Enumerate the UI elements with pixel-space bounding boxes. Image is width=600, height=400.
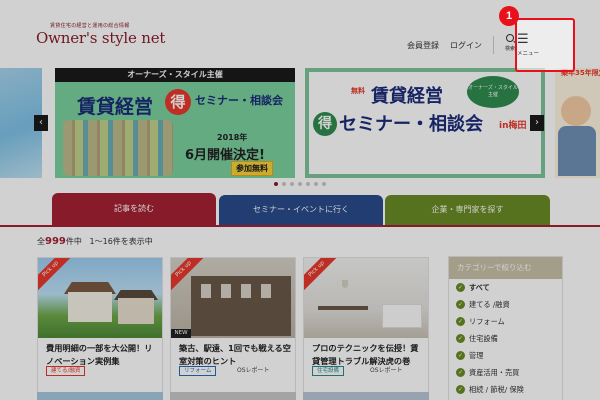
carousel-dot[interactable] (306, 182, 310, 186)
person-body (558, 126, 596, 176)
carousel-dot[interactable] (290, 182, 294, 186)
article-card[interactable]: Pick up NEW 築古、駅遠、1回でも戦える空室対策のヒント リフォーム … (170, 257, 296, 400)
slide-year: 2018年 (217, 133, 248, 142)
step-number-badge: 1 (499, 6, 519, 26)
category-build-finance[interactable]: ✓ 建てる /融資 (449, 296, 562, 313)
check-icon: ✓ (456, 300, 465, 309)
slide-subtitle: セミナー・相談会 (195, 94, 283, 107)
results-count: 全999件中 1〜16件を表示中 (37, 236, 153, 247)
slide2-free: 無料 (351, 87, 365, 95)
category-reform[interactable]: ✓ リフォーム (449, 313, 562, 330)
logo-tagline: 賃貸住宅の経営と運用の総合情報 (50, 23, 130, 29)
login-link[interactable]: ログイン (450, 40, 482, 51)
carousel-dot[interactable] (322, 182, 326, 186)
article-title[interactable]: 築古、駅遠、1回でも戦える空室対策のヒント (179, 342, 291, 367)
category-equipment[interactable]: ✓ 住宅設備 (449, 330, 562, 347)
article-card[interactable]: Pick up 費用明細の一部を大公開！リノベーション実例集 建てる/融資 (37, 257, 163, 400)
carousel-dot[interactable] (274, 182, 278, 186)
people-illustration (63, 120, 173, 176)
carousel-dot[interactable] (298, 182, 302, 186)
logo-text: Owner's style net (36, 29, 166, 47)
carousel-dot[interactable] (314, 182, 318, 186)
pickup-ribbon: Pick up (38, 258, 78, 298)
article-thumbnail[interactable]: Pick up (304, 258, 428, 338)
article-category-tag[interactable]: 建てる/融資 (46, 366, 86, 376)
carousel-slide-right[interactable]: 築年35年限定 (555, 68, 600, 178)
results-total: 999 (45, 236, 66, 247)
carousel-dot[interactable] (282, 182, 286, 186)
tab-seminar-events[interactable]: セミナー・イベントに行く (219, 195, 383, 225)
slide2-place: in梅田 (499, 121, 527, 131)
article-card-peek[interactable] (37, 392, 163, 400)
slide-circle: 得 (165, 89, 191, 115)
carousel-dots (0, 182, 600, 186)
article-author: OSレポート (370, 367, 403, 374)
article-author: OSレポート (237, 367, 270, 374)
check-icon: ✓ (456, 385, 465, 394)
article-card-peek[interactable] (303, 392, 429, 400)
tab-find-companies[interactable]: 企業・専門家を探す (385, 195, 550, 225)
category-asset[interactable]: ✓ 資産活用・売買 (449, 364, 562, 381)
article-card[interactable]: Pick up プロのテクニックを伝授！賃貸管理トラブル解決虎の巻 住宅設備 O… (303, 257, 429, 400)
hero-carousel: オーナーズ・スタイル主催 賃貸経営 得 セミナー・相談会 2018年 6月開催決… (0, 68, 600, 186)
article-category-tag[interactable]: 住宅設備 (312, 366, 345, 376)
new-badge: NEW (171, 329, 191, 338)
person-illustration (561, 96, 591, 126)
pickup-ribbon: Pick up (304, 258, 344, 298)
menu-button-highlight[interactable]: ☰ メニュー (515, 18, 575, 72)
check-icon: ✓ (456, 334, 465, 343)
search-icon (506, 34, 514, 42)
category-all[interactable]: ✓ すべて (449, 279, 562, 296)
tab-read-articles[interactable]: 記事を読む (52, 193, 216, 225)
check-icon: ✓ (456, 283, 465, 292)
carousel-slide-next[interactable]: 無料 賃貸経営 オーナーズ・スタイル主催 得 セミナー・相談会 in梅田 (305, 68, 545, 178)
category-inheritance[interactable]: ✓ 相続 / 節税/ 保険 (449, 381, 562, 398)
check-icon: ✓ (456, 368, 465, 377)
menu-label: メニュー (517, 51, 540, 57)
article-title[interactable]: プロのテクニックを伝授！賃貸管理トラブル解決虎の巻 (312, 342, 424, 367)
site-logo[interactable]: 賃貸住宅の経営と運用の総合情報 Owner's style net (36, 22, 165, 47)
carousel-next-arrow-icon[interactable]: › (530, 115, 544, 131)
hamburger-menu-icon: ☰ (517, 32, 529, 47)
slide-title: 賃貸経営 (77, 96, 154, 118)
carousel-prev-arrow-icon[interactable]: ‹ (34, 115, 48, 131)
results-range: 1〜16件を表示中 (89, 237, 153, 246)
nav-divider (493, 36, 494, 54)
results-suffix: 件中 (65, 237, 82, 246)
register-link[interactable]: 会員登録 (407, 40, 439, 51)
main-tabs: 記事を読む セミナー・イベントに行く 企業・専門家を探す (52, 193, 550, 225)
category-filter: カテゴリーで絞り込む ✓ すべて ✓ 建てる /融資 ✓ リフォーム ✓ 住宅設備 ✓ 管… (448, 256, 563, 400)
article-category-tag[interactable]: リフォーム (179, 366, 217, 376)
slide2-subtitle: セミナー・相談会 (339, 114, 483, 135)
check-icon: ✓ (456, 351, 465, 360)
slide2-host: オーナーズ・スタイル主催 (467, 76, 519, 108)
check-icon: ✓ (456, 317, 465, 326)
slide2-title: 賃貸経営 (371, 86, 443, 107)
carousel-slide-current[interactable]: オーナーズ・スタイル主催 賃貸経営 得 セミナー・相談会 2018年 6月開催決… (55, 68, 295, 178)
slide-band: オーナーズ・スタイル主催 (55, 68, 295, 82)
category-management[interactable]: ✓ 管理 (449, 347, 562, 364)
article-card-peek[interactable] (170, 392, 296, 400)
category-filter-heading: カテゴリーで絞り込む (449, 257, 562, 279)
slide2-circle: 得 (313, 112, 337, 136)
article-thumbnail[interactable]: Pick up NEW (171, 258, 295, 338)
results-prefix: 全 (37, 237, 45, 246)
tab-underline (0, 225, 600, 227)
slide-free-badge: 参加無料 (231, 161, 273, 176)
article-thumbnail[interactable]: Pick up (38, 258, 162, 338)
pickup-ribbon: Pick up (171, 258, 211, 298)
article-title[interactable]: 費用明細の一部を大公開！リノベーション実例集 (46, 342, 158, 367)
